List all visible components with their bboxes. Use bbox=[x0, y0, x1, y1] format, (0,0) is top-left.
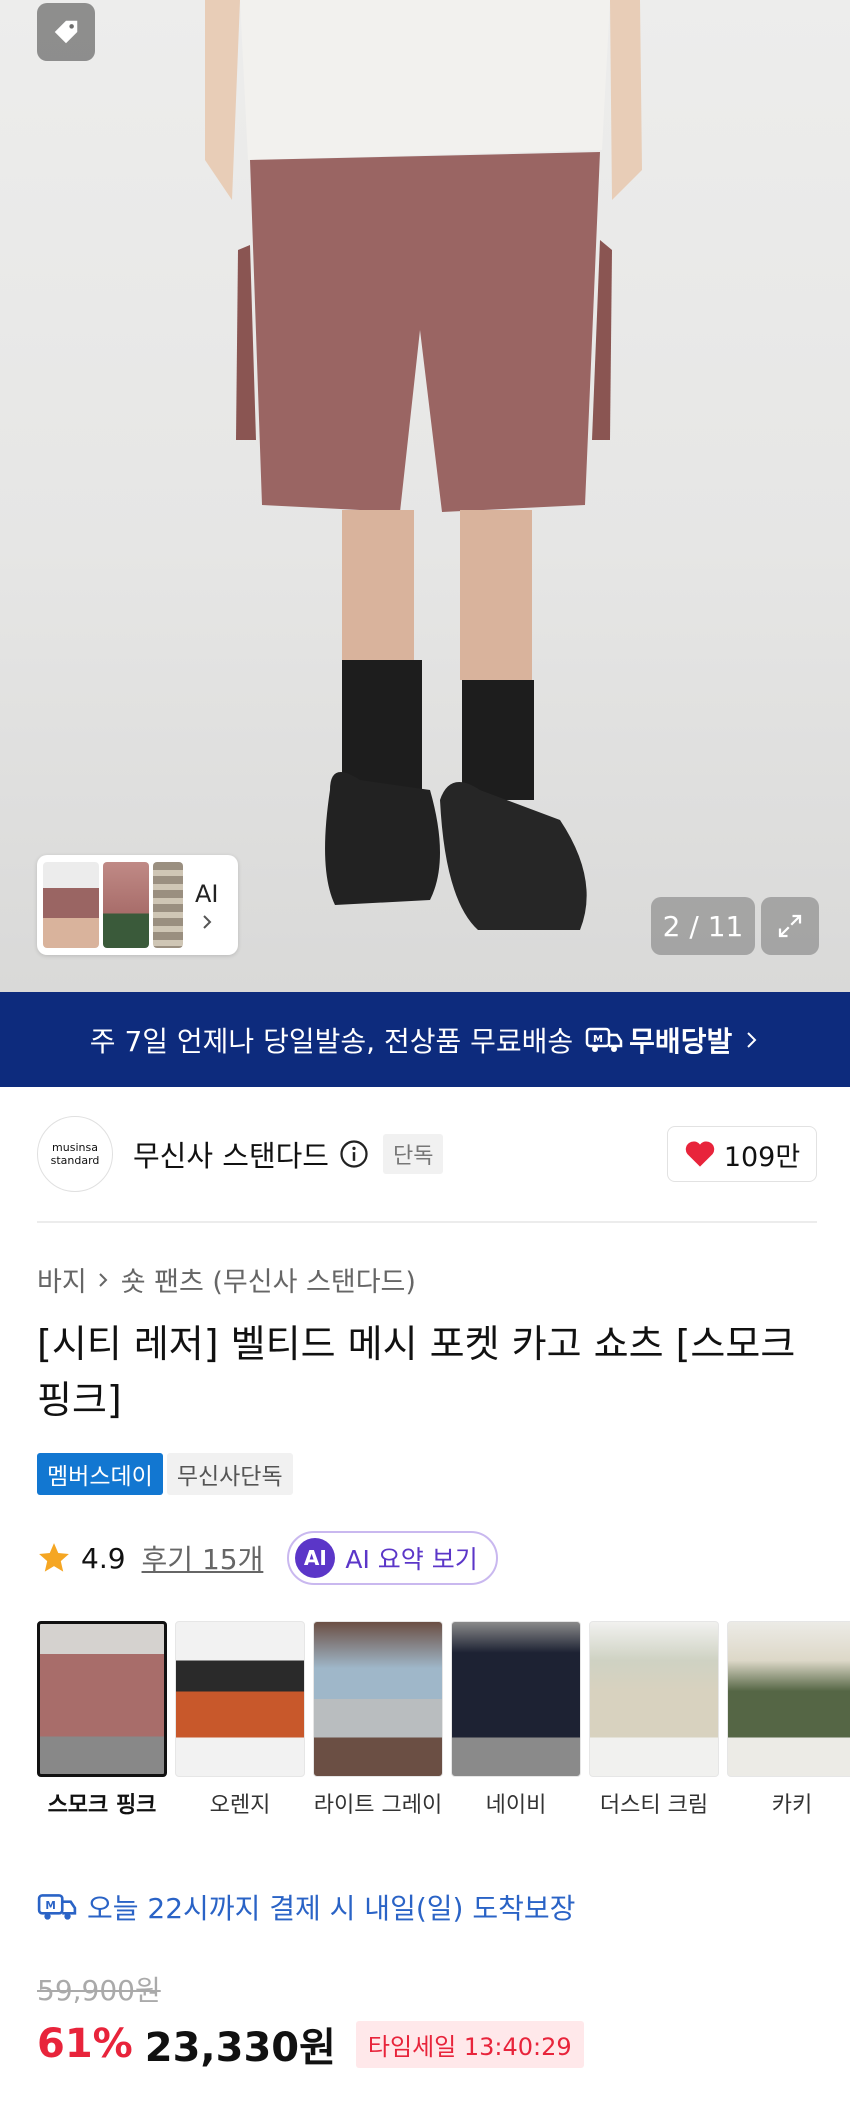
rating-score: 4.9 bbox=[81, 1541, 126, 1575]
star-icon bbox=[39, 1543, 69, 1572]
review-count-link[interactable]: 후기 15개 bbox=[142, 1538, 264, 1578]
expand-button[interactable] bbox=[761, 897, 819, 955]
color-option-navy[interactable]: 네이비 bbox=[451, 1621, 581, 1821]
price-row: 61% 23,330원 타임세일 13:40:29 bbox=[37, 2015, 584, 2073]
product-image-gallery[interactable]: AI 2 / 11 bbox=[0, 0, 850, 992]
delivery-truck-icon: M bbox=[585, 1027, 623, 1052]
breadcrumb-category[interactable]: 바지 bbox=[37, 1260, 87, 1299]
color-option-khaki[interactable]: 카키 bbox=[727, 1621, 850, 1821]
thumb-image-2 bbox=[103, 862, 149, 948]
ai-label: AI bbox=[195, 880, 219, 908]
original-price: 59,900원 bbox=[37, 1974, 161, 2007]
like-button[interactable]: 109만 bbox=[667, 1126, 817, 1182]
chevron-right-icon bbox=[98, 1272, 108, 1287]
svg-text:M: M bbox=[45, 1900, 55, 1912]
ai-summary-button[interactable]: AI AI 요약 보기 bbox=[287, 1531, 498, 1585]
info-icon[interactable] bbox=[339, 1139, 369, 1169]
exclusive-chip: 단독 bbox=[382, 1134, 444, 1174]
delivery-truck-icon: M bbox=[37, 1894, 77, 1920]
chevron-right-icon bbox=[203, 915, 212, 929]
color-option-light-gray[interactable]: 라이트 그레이 bbox=[313, 1621, 443, 1821]
banner-brand: 무배당발 bbox=[629, 1024, 733, 1058]
delivery-text: 오늘 22시까지 결제 시 내일(일) 도착보장 bbox=[87, 1892, 576, 1925]
breadcrumb: 바지 숏 팬츠 (무신사 스탠다드) bbox=[37, 1260, 416, 1299]
membersday-badge: 멤버스데이 bbox=[37, 1453, 163, 1495]
chevron-right-icon bbox=[747, 1031, 757, 1048]
banner-text: 주 7일 언제나 당일발송, 전상품 무료배송 bbox=[89, 1024, 574, 1058]
rating-row: 4.9 후기 15개 AI AI 요약 보기 bbox=[37, 1530, 498, 1586]
musinsa-exclusive-badge: 무신사단독 bbox=[166, 1453, 293, 1495]
brand-name[interactable]: 무신사 스탠다드 bbox=[133, 1133, 329, 1175]
color-option-smoke-pink[interactable]: 스모크 핑크 bbox=[37, 1621, 167, 1821]
svg-text:M: M bbox=[593, 1034, 603, 1045]
color-swatch bbox=[37, 1621, 167, 1777]
sale-price: 23,330원 bbox=[144, 2025, 336, 2071]
breadcrumb-subcategory[interactable]: 숏 팬츠 (무신사 스탠다드) bbox=[121, 1260, 416, 1299]
ai-lookbook-thumbnail[interactable]: AI bbox=[37, 855, 238, 955]
color-option-orange[interactable]: 오렌지 bbox=[175, 1621, 305, 1821]
color-swatch bbox=[313, 1621, 443, 1777]
tag-icon bbox=[54, 20, 78, 44]
tag-button[interactable] bbox=[37, 3, 95, 61]
heart-icon bbox=[685, 1141, 715, 1167]
product-title: [시티 레저] 벨티드 메시 포켓 카고 쇼츠 [스모크 핑크] bbox=[37, 1322, 796, 1422]
ai-summary-label: AI 요약 보기 bbox=[345, 1545, 478, 1574]
color-swatch bbox=[451, 1621, 581, 1777]
brand-row: musinsa standard 무신사 스탠다드 단독 109만 bbox=[37, 1114, 817, 1194]
expand-icon bbox=[778, 914, 802, 938]
divider bbox=[37, 1221, 817, 1223]
delivery-guarantee[interactable]: M 오늘 22시까지 결제 시 내일(일) 도착보장 bbox=[37, 1887, 575, 1927]
thumb-image-3 bbox=[153, 862, 183, 948]
product-photo bbox=[205, 0, 642, 930]
color-swatch bbox=[727, 1621, 850, 1777]
like-count: 109만 bbox=[723, 1141, 801, 1173]
free-delivery-banner[interactable]: 주 7일 언제나 당일발송, 전상품 무료배송 M 무배당발 bbox=[0, 992, 850, 1087]
timesale-badge: 타임세일 13:40:29 bbox=[355, 2020, 584, 2068]
ai-badge-icon: AI bbox=[295, 1538, 336, 1578]
color-swatch bbox=[589, 1621, 719, 1777]
brand-logo[interactable]: musinsa standard bbox=[37, 1116, 113, 1192]
thumb-image-1 bbox=[43, 862, 99, 948]
image-counter: 2 / 11 bbox=[651, 897, 755, 955]
color-options: 스모크 핑크 오렌지 라이트 그레이 네이비 더스티 크림 카키 bbox=[37, 1621, 850, 1821]
product-badges: 멤버스데이 무신사단독 bbox=[37, 1453, 293, 1495]
color-swatch bbox=[175, 1621, 305, 1777]
color-option-dusty-cream[interactable]: 더스티 크림 bbox=[589, 1621, 719, 1821]
discount-rate: 61% bbox=[37, 2021, 133, 2067]
